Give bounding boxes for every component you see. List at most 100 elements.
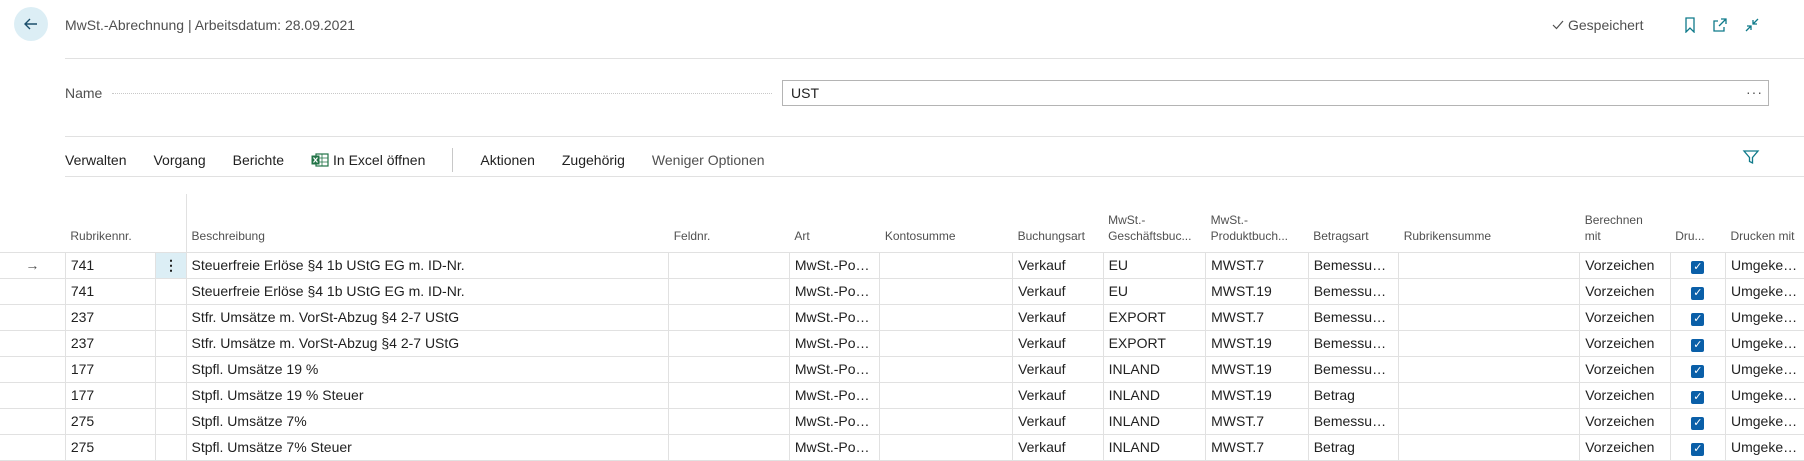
action-berichte[interactable]: Berichte xyxy=(233,152,284,168)
cell-feldnr[interactable] xyxy=(669,382,790,408)
cell-feldnr[interactable] xyxy=(669,408,790,434)
column-header-drucken-mit[interactable]: Drucken mit xyxy=(1726,194,1804,252)
cell-drucken-mit[interactable]: Umgekehrt... xyxy=(1726,304,1804,330)
cell-art[interactable]: MwSt.-Post... xyxy=(789,434,880,460)
row-menu-button[interactable] xyxy=(156,278,186,304)
cell-buchungsart[interactable]: Verkauf xyxy=(1013,252,1104,278)
cell-kontosumme[interactable] xyxy=(880,304,1013,330)
table-row[interactable]: 177 Stpfl. Umsätze 19 % MwSt.-Post... Verka… xyxy=(0,356,1804,382)
cell-betragsart[interactable]: Betrag xyxy=(1308,382,1399,408)
cell-drucken[interactable]: ✓ xyxy=(1670,356,1725,382)
cell-kontosumme[interactable] xyxy=(880,382,1013,408)
checkbox-checked-icon[interactable]: ✓ xyxy=(1691,443,1704,456)
cell-mwst-geschaeftsbuchungsgruppe[interactable]: EXPORT xyxy=(1103,304,1206,330)
action-verwalten[interactable]: Verwalten xyxy=(65,152,126,168)
back-button[interactable] xyxy=(14,7,48,41)
checkbox-checked-icon[interactable]: ✓ xyxy=(1691,417,1704,430)
bookmark-button[interactable] xyxy=(1680,15,1700,35)
column-header-kontosumme[interactable]: Kontosumme xyxy=(880,194,1013,252)
column-header-mwst-produktbuchungsgruppe[interactable]: MwSt.-Produktbuch... xyxy=(1206,194,1309,252)
cell-beschreibung[interactable]: Stpfl. Umsätze 19 % xyxy=(186,356,669,382)
cell-berechnen-mit[interactable]: Vorzeichen xyxy=(1580,304,1671,330)
cell-buchungsart[interactable]: Verkauf xyxy=(1013,382,1104,408)
cell-feldnr[interactable] xyxy=(669,252,790,278)
filter-button[interactable] xyxy=(1742,148,1762,168)
cell-feldnr[interactable] xyxy=(669,278,790,304)
cell-buchungsart[interactable]: Verkauf xyxy=(1013,434,1104,460)
checkbox-checked-icon[interactable]: ✓ xyxy=(1691,391,1704,404)
cell-buchungsart[interactable]: Verkauf xyxy=(1013,356,1104,382)
cell-art[interactable]: MwSt.-Post... xyxy=(789,304,880,330)
cell-mwst-produktbuchungsgruppe[interactable]: MWST.19 xyxy=(1206,382,1309,408)
name-assist-button[interactable]: ··· xyxy=(1746,84,1763,100)
cell-drucken-mit[interactable]: Umgekehrt... xyxy=(1726,434,1804,460)
cell-beschreibung[interactable]: Stpfl. Umsätze 7% xyxy=(186,408,669,434)
cell-berechnen-mit[interactable]: Vorzeichen xyxy=(1580,330,1671,356)
cell-drucken[interactable]: ✓ xyxy=(1670,408,1725,434)
cell-art[interactable]: MwSt.-Post... xyxy=(789,252,880,278)
column-header-berechnen-mit[interactable]: Berechnenmit xyxy=(1580,194,1671,252)
row-menu-button[interactable] xyxy=(156,304,186,330)
cell-drucken[interactable]: ✓ xyxy=(1670,434,1725,460)
table-row[interactable]: →741⋮Steuerfreie Erlöse §4 1b UStG EG m.… xyxy=(0,252,1804,278)
cell-mwst-geschaeftsbuchungsgruppe[interactable]: INLAND xyxy=(1103,434,1206,460)
cell-drucken-mit[interactable]: Umgekehrt... xyxy=(1726,330,1804,356)
column-header-drucken[interactable]: Dru... xyxy=(1670,194,1725,252)
cell-beschreibung[interactable]: Steuerfreie Erlöse §4 1b UStG EG m. ID-N… xyxy=(186,278,669,304)
row-menu-button[interactable] xyxy=(156,382,186,408)
cell-rubrikennr[interactable]: 741 xyxy=(65,278,156,304)
cell-mwst-geschaeftsbuchungsgruppe[interactable]: INLAND xyxy=(1103,382,1206,408)
cell-feldnr[interactable] xyxy=(669,434,790,460)
cell-kontosumme[interactable] xyxy=(880,434,1013,460)
row-menu-button[interactable] xyxy=(156,408,186,434)
cell-art[interactable]: MwSt.-Post... xyxy=(789,408,880,434)
cell-berechnen-mit[interactable]: Vorzeichen xyxy=(1580,356,1671,382)
cell-kontosumme[interactable] xyxy=(880,252,1013,278)
row-menu-button[interactable]: ⋮ xyxy=(156,252,186,278)
action-vorgang[interactable]: Vorgang xyxy=(153,152,205,168)
cell-berechnen-mit[interactable]: Vorzeichen xyxy=(1580,278,1671,304)
cell-rubrikennr[interactable]: 741 xyxy=(65,252,156,278)
action-open-in-excel[interactable]: In Excel öffnen xyxy=(311,152,425,168)
table-row[interactable]: 177Stpfl. Umsätze 19 % SteuerMwSt.-Post.… xyxy=(0,382,1804,408)
column-header-beschreibung[interactable]: Beschreibung xyxy=(186,194,669,252)
cell-betragsart[interactable]: Bemessung... xyxy=(1308,278,1399,304)
cell-mwst-produktbuchungsgruppe[interactable]: MWST.19 xyxy=(1206,356,1309,382)
cell-buchungsart[interactable]: Verkauf xyxy=(1013,408,1104,434)
checkbox-checked-icon[interactable]: ✓ xyxy=(1691,365,1704,378)
cell-drucken[interactable]: ✓ xyxy=(1670,382,1725,408)
column-header-art[interactable]: Art xyxy=(789,194,880,252)
table-row[interactable]: 275 Stpfl. Umsätze 7% MwSt.-Post... Verkauf… xyxy=(0,408,1804,434)
cell-mwst-geschaeftsbuchungsgruppe[interactable]: INLAND xyxy=(1103,356,1206,382)
column-header-mwst-geschaeftsbuchungsgruppe[interactable]: MwSt.-Geschäftsbuc... xyxy=(1103,194,1206,252)
cell-rubrikennr[interactable]: 275 xyxy=(65,408,156,434)
cell-mwst-produktbuchungsgruppe[interactable]: MWST.19 xyxy=(1206,278,1309,304)
action-aktionen[interactable]: Aktionen xyxy=(480,152,534,168)
row-menu-button[interactable] xyxy=(156,356,186,382)
cell-art[interactable]: MwSt.-Post... xyxy=(789,330,880,356)
cell-berechnen-mit[interactable]: Vorzeichen xyxy=(1580,408,1671,434)
cell-drucken-mit[interactable]: Umgekehrt... xyxy=(1726,356,1804,382)
cell-buchungsart[interactable]: Verkauf xyxy=(1013,278,1104,304)
cell-drucken-mit[interactable]: Umgekehrt... xyxy=(1726,252,1804,278)
cell-rubrikensumme[interactable] xyxy=(1399,304,1580,330)
table-row[interactable]: 275Stpfl. Umsätze 7% SteuerMwSt.-Post...… xyxy=(0,434,1804,460)
checkbox-checked-icon[interactable]: ✓ xyxy=(1691,287,1704,300)
action-zugehoerig[interactable]: Zugehörig xyxy=(562,152,625,168)
cell-feldnr[interactable] xyxy=(669,330,790,356)
cell-betragsart[interactable]: Betrag xyxy=(1308,434,1399,460)
cell-drucken[interactable]: ✓ xyxy=(1670,278,1725,304)
cell-drucken[interactable]: ✓ xyxy=(1670,330,1725,356)
cell-art[interactable]: MwSt.-Post... xyxy=(789,278,880,304)
cell-art[interactable]: MwSt.-Post... xyxy=(789,356,880,382)
action-fewer-options[interactable]: Weniger Optionen xyxy=(652,152,765,168)
cell-rubrikensumme[interactable] xyxy=(1399,382,1580,408)
column-header-feldnr[interactable]: Feldnr. xyxy=(669,194,790,252)
cell-rubrikennr[interactable]: 177 xyxy=(65,356,156,382)
checkbox-checked-icon[interactable]: ✓ xyxy=(1691,313,1704,326)
cell-beschreibung[interactable]: Stpfl. Umsätze 19 % Steuer xyxy=(186,382,669,408)
cell-berechnen-mit[interactable]: Vorzeichen xyxy=(1580,434,1671,460)
cell-drucken-mit[interactable]: Umgekehrt... xyxy=(1726,408,1804,434)
collapse-button[interactable] xyxy=(1742,15,1762,35)
cell-drucken[interactable]: ✓ xyxy=(1670,252,1725,278)
